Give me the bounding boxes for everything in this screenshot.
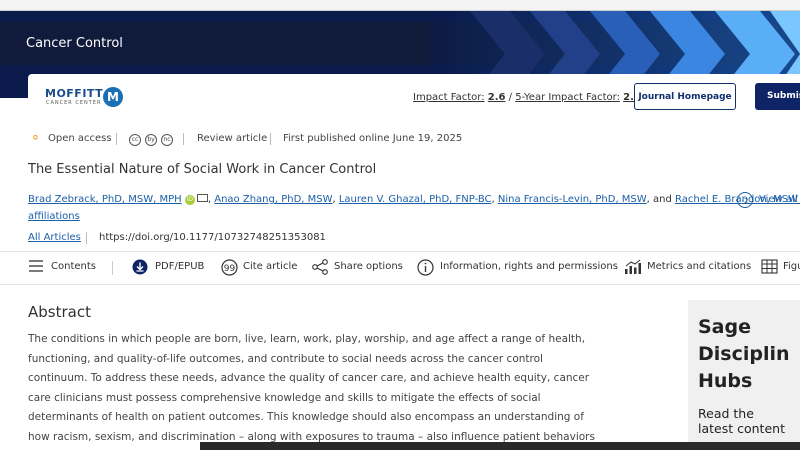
journal-title[interactable]: Cancer Control	[26, 36, 123, 51]
doi-text[interactable]: https://doi.org/10.1177/1073274825135308…	[99, 232, 326, 243]
author-link[interactable]: Brad Zebrack, PhD, MSW, MPH	[28, 194, 182, 205]
abstract-line: care clinicians must possess comprehensi…	[28, 391, 541, 404]
table-icon	[761, 259, 778, 274]
all-articles-link[interactable]: All Articles	[28, 232, 81, 243]
info-label: Information, rights and permissions	[440, 261, 618, 272]
open-access-label: Open access	[48, 133, 112, 144]
orcid-icon[interactable]: iD	[184, 195, 195, 205]
logo-mark-icon: M	[103, 87, 123, 107]
hamburger-icon	[29, 260, 43, 272]
os-taskbar	[200, 442, 800, 450]
bar-chart-icon	[625, 259, 641, 274]
impact-factors: Impact Factor: 2.6 / 5-Year Impact Facto…	[413, 92, 641, 103]
divider	[270, 133, 271, 145]
abstract-line: The conditions in which people are born,…	[28, 333, 586, 345]
five-year-impact-label: 5-Year Impact Factor:	[515, 92, 620, 103]
logo-wordmark: MOFFITT	[45, 87, 104, 100]
cc-nc-icon[interactable]: nc	[161, 134, 173, 146]
divider	[86, 232, 87, 244]
impact-factor-label: Impact Factor:	[413, 92, 485, 103]
contents-label: Contents	[51, 261, 96, 272]
view-all-authors-link[interactable]: View all a	[759, 194, 800, 205]
impact-factor-value: 2.6	[487, 92, 506, 103]
ad-subline: Read the latest content	[698, 406, 785, 436]
browser-top-strip	[0, 0, 800, 11]
share-label: Share options	[334, 261, 403, 272]
figures-label: Figu	[783, 261, 800, 272]
more-authors-badge[interactable]: -2	[737, 192, 753, 208]
svg-text:99: 99	[224, 264, 236, 274]
affiliations-link[interactable]: affiliations	[28, 211, 80, 222]
mail-icon[interactable]	[196, 194, 208, 202]
divider	[116, 133, 117, 145]
author-list: Brad Zebrack, PhD, MSW, MPH iD, Anao Zha…	[28, 194, 798, 205]
abstract-body: The conditions in which people are born,…	[28, 330, 603, 447]
cc-icon[interactable]: cc	[129, 134, 141, 146]
divider	[112, 261, 113, 275]
abstract-line: determinants of health on patient outcom…	[28, 411, 584, 423]
share-icon	[312, 259, 328, 275]
download-icon	[132, 259, 148, 275]
moffitt-logo[interactable]: MOFFITT CANCER CENTER M	[45, 85, 125, 111]
logo-subtext: CANCER CENTER	[46, 100, 102, 106]
author-link[interactable]: Anao Zhang, PhD, MSW	[214, 194, 332, 205]
divider	[183, 133, 184, 145]
ad-headline: Sage Disciplin Hubs	[698, 316, 790, 392]
article-title: The Essential Nature of Social Work in C…	[28, 162, 377, 177]
abstract-heading: Abstract	[28, 303, 91, 321]
journal-homepage-button[interactable]: Journal Homepage	[634, 83, 736, 110]
author-link[interactable]: Nina Francis-Levin, PhD, MSW	[498, 194, 647, 205]
article-toolbar: Contents PDF/EPUB 99 Cite article Share …	[0, 251, 800, 285]
abstract-line: continuum. To address these needs, advan…	[28, 372, 590, 384]
metrics-label: Metrics and citations	[647, 261, 752, 272]
pdf-label: PDF/EPUB	[155, 261, 205, 272]
author-link[interactable]: Lauren V. Ghazal, PhD, FNP-BC	[339, 194, 492, 205]
sage-hubs-ad[interactable]: Sage Disciplin Hubs Read the latest cont…	[688, 300, 800, 450]
cite-label: Cite article	[243, 261, 298, 272]
submit-button[interactable]: Submis	[755, 83, 800, 110]
publication-date: First published online June 19, 2025	[283, 133, 463, 144]
info-icon	[417, 259, 434, 276]
open-access-lock-icon: ⚬	[30, 131, 41, 146]
article-type: Review article	[197, 133, 268, 144]
abstract-line: functioning, and quality-of-life outcome…	[28, 352, 543, 365]
journal-info-bar: MOFFITT CANCER CENTER M Impact Factor: 2…	[28, 74, 800, 122]
and-text: , and	[646, 194, 672, 205]
quote-icon: 99	[221, 259, 238, 276]
cc-by-icon[interactable]: by	[145, 134, 157, 146]
